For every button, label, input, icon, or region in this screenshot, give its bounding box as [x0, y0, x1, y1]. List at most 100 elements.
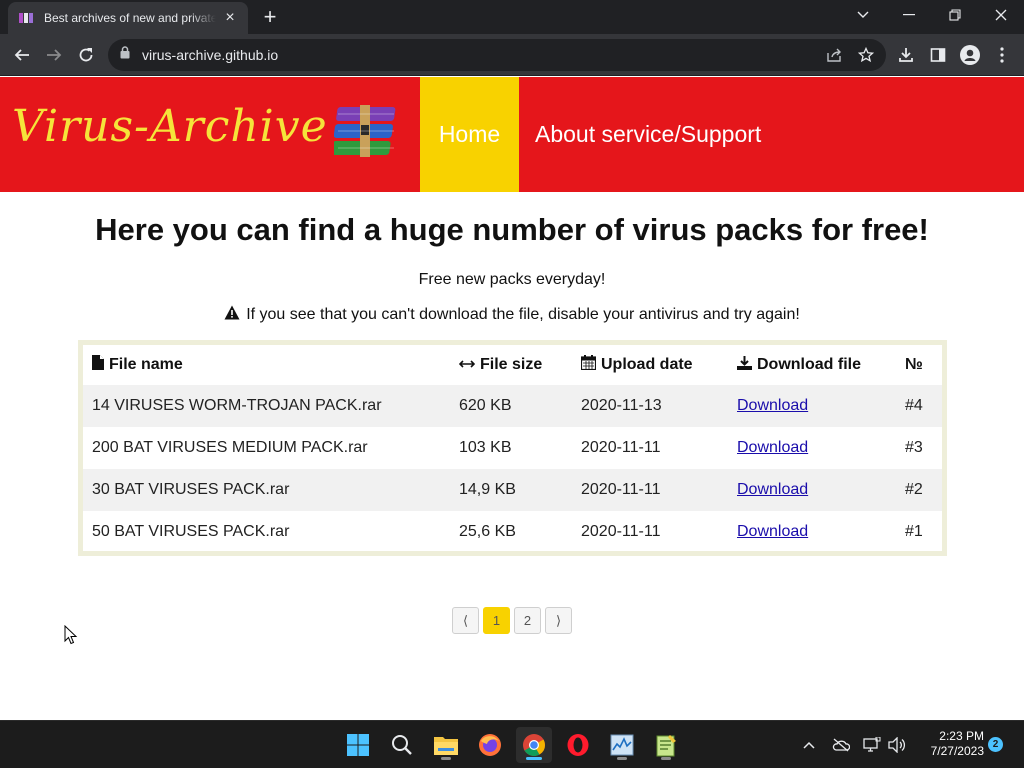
url-text: virus-archive.github.io: [142, 47, 279, 63]
download-icon[interactable]: [894, 43, 918, 67]
cell-file-size: 25,6 KB: [459, 523, 516, 540]
tray-chevron-up-icon[interactable]: [799, 735, 819, 755]
pagination: ⟨ 1 2 ⟩: [452, 607, 572, 634]
cell-download: Download: [728, 385, 896, 427]
header-upload-date-label: Upload date: [601, 356, 693, 373]
cell-file-name: 200 BAT VIRUSES MEDIUM PACK.rar: [92, 439, 368, 456]
header-file-name-label: File name: [109, 356, 183, 373]
site-logo-text[interactable]: Virus-Archive: [12, 101, 328, 152]
new-tab-button[interactable]: +: [260, 6, 280, 28]
warning-triangle-icon: [224, 305, 240, 325]
tab-title: Best archives of new and private: [44, 11, 216, 25]
pagination-page-2[interactable]: 2: [514, 607, 541, 634]
cell-download: Download: [728, 427, 896, 469]
close-tab-icon[interactable]: ×: [222, 10, 238, 26]
table-row: 50 BAT VIRUSES PACK.rar 25,6 KB 2020-11-…: [83, 511, 942, 553]
download-link[interactable]: Download: [737, 439, 808, 456]
network-icon[interactable]: [862, 735, 882, 755]
cell-number: #2: [896, 469, 942, 511]
page-headline: Here you can find a huge number of virus…: [95, 212, 929, 247]
pagination-next-button[interactable]: ⟩: [545, 607, 572, 634]
nav-about-link[interactable]: About service/Support: [535, 77, 761, 192]
browser-toolbar: virus-archive.github.io: [0, 34, 1024, 76]
header-number: №: [905, 356, 923, 373]
reload-icon[interactable]: [74, 43, 98, 67]
back-arrow-icon[interactable]: [10, 43, 34, 67]
header-file-size: File size: [450, 345, 572, 385]
table-header-row: File name File size Upload date Download…: [83, 345, 942, 385]
calendar-icon: [580, 355, 597, 375]
windows-taskbar: [0, 720, 1024, 768]
cell-upload-date: 2020-11-11: [581, 439, 661, 456]
cell-upload-date: 2020-11-13: [572, 385, 728, 427]
header-file-name: File name: [83, 345, 450, 385]
browser-tab-strip: Best archives of new and private × +: [0, 0, 1024, 34]
cell-number: #4: [896, 385, 942, 427]
opera-icon[interactable]: [560, 727, 596, 763]
onedrive-offline-icon[interactable]: [831, 735, 851, 755]
cell-file-size: 14,9 KB: [450, 469, 572, 511]
minimize-icon[interactable]: [886, 0, 932, 30]
file-explorer-icon[interactable]: [428, 727, 464, 763]
nav-home-link[interactable]: Home: [420, 77, 519, 192]
notification-badge[interactable]: 2: [988, 737, 1003, 752]
header-upload-date: Upload date: [572, 345, 728, 385]
task-manager-icon[interactable]: [604, 727, 640, 763]
close-window-icon[interactable]: [978, 0, 1024, 30]
volume-icon[interactable]: [887, 735, 907, 755]
browser-tab[interactable]: Best archives of new and private ×: [8, 2, 248, 34]
download-tray-icon: [737, 355, 752, 375]
bookmark-star-icon[interactable]: [854, 43, 878, 67]
clock-date: 7/27/2023: [930, 744, 984, 758]
cell-number: #3: [905, 439, 923, 456]
share-icon[interactable]: [822, 43, 846, 67]
lock-icon[interactable]: [120, 46, 130, 64]
antivirus-warning: If you see that you can't download the f…: [0, 305, 1024, 325]
tab-favicon-icon: [18, 12, 34, 24]
forward-arrow-icon[interactable]: [42, 43, 66, 67]
side-panel-icon[interactable]: [926, 43, 950, 67]
firefox-icon[interactable]: [472, 727, 508, 763]
running-indicator: [441, 757, 451, 760]
header-download-file: Download file: [728, 345, 896, 385]
file-icon: [92, 355, 104, 375]
table-row: 30 BAT VIRUSES PACK.rar 14,9 KB 2020-11-…: [83, 469, 942, 511]
header-download-file-label: Download file: [757, 356, 861, 373]
download-link[interactable]: Download: [737, 397, 808, 414]
start-icon[interactable]: [340, 727, 376, 763]
notepad-icon[interactable]: [648, 727, 684, 763]
pagination-prev-button[interactable]: ⟨: [452, 607, 479, 634]
cell-file-name: 14 VIRUSES WORM-TROJAN PACK.rar: [83, 385, 450, 427]
mouse-cursor-icon: [64, 624, 78, 650]
pagination-page-1[interactable]: 1: [483, 607, 510, 634]
profile-avatar-icon[interactable]: [958, 43, 982, 67]
free-packs-text: Free new packs everyday!: [418, 271, 606, 288]
warning-text: If you see that you can't download the f…: [246, 306, 800, 323]
clock-time: 2:23 PM: [939, 729, 984, 743]
header-file-size-label: File size: [480, 356, 543, 373]
cell-upload-date: 2020-11-11: [581, 523, 661, 540]
cell-file-size: 103 KB: [459, 439, 512, 456]
files-table-container: File name File size Upload date Download…: [78, 340, 947, 556]
table-row: 200 BAT VIRUSES MEDIUM PACK.rar 103 KB 2…: [83, 427, 942, 469]
taskbar-clock[interactable]: 2:23 PM 7/27/2023: [912, 729, 984, 759]
files-table: File name File size Upload date Download…: [83, 345, 942, 553]
address-bar[interactable]: virus-archive.github.io: [108, 39, 886, 71]
download-link[interactable]: Download: [737, 481, 808, 498]
cell-number: #1: [905, 523, 923, 540]
restore-icon[interactable]: [932, 0, 978, 30]
winrar-books-icon: [331, 105, 402, 157]
tab-search-icon[interactable]: [840, 0, 886, 30]
chrome-icon[interactable]: [516, 727, 552, 763]
menu-kebab-icon[interactable]: [990, 43, 1014, 67]
cell-file-name: 30 BAT VIRUSES PACK.rar: [83, 469, 450, 511]
cell-download: Download: [728, 469, 896, 511]
cell-upload-date: 2020-11-11: [572, 469, 728, 511]
running-indicator: [617, 757, 627, 760]
running-indicator: [526, 757, 542, 760]
site-header: Virus-Archive Home About service/Support: [0, 77, 1024, 192]
search-icon[interactable]: [384, 727, 420, 763]
cell-file-size: 620 KB: [450, 385, 572, 427]
download-link[interactable]: Download: [737, 523, 808, 540]
running-indicator: [661, 757, 671, 760]
